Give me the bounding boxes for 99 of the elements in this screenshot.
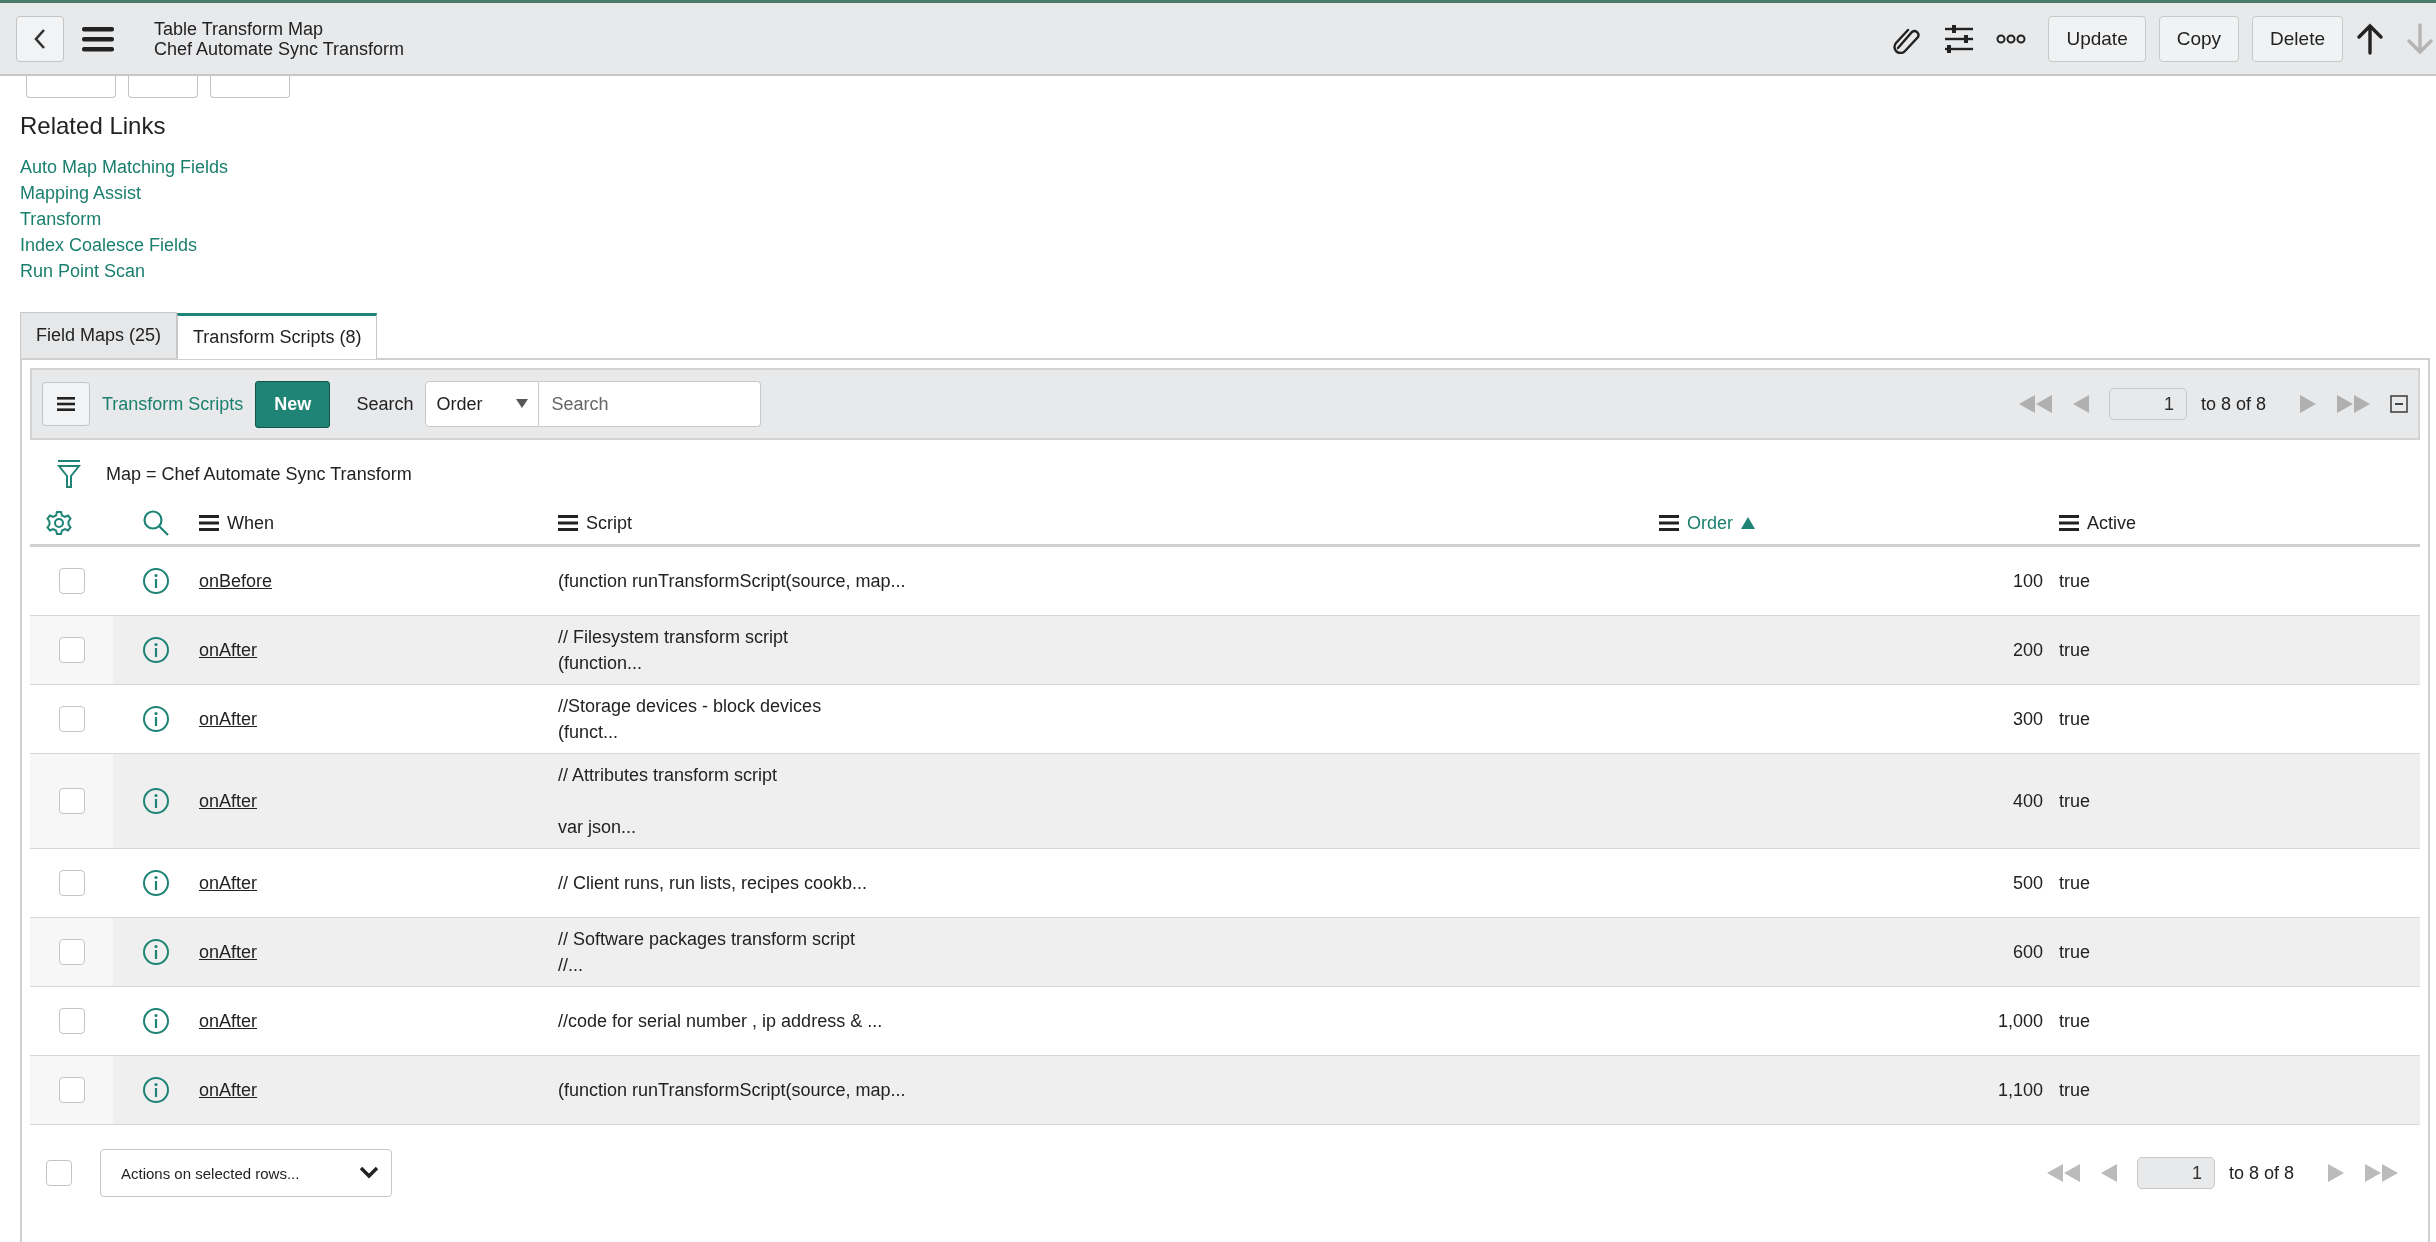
menu-icon[interactable] (82, 25, 114, 52)
table-cell: true (2059, 570, 2091, 592)
menu-icon (57, 397, 75, 411)
form-title: Table Transform Map (154, 18, 325, 39)
search-input[interactable]: Search (539, 381, 762, 427)
table-cell-text: // Attributes transform script var json... (558, 764, 778, 839)
table-cell: true (2059, 1010, 2091, 1032)
info-icon[interactable] (142, 636, 170, 664)
when-link[interactable]: onAfter (199, 1010, 258, 1032)
table-cell: 1,100 (1997, 1079, 2043, 1101)
record-name: Chef Automate Sync Transform (154, 38, 405, 59)
table-cell: 300 (2012, 708, 2043, 730)
page-range: to 8 of 8 (2228, 1162, 2294, 1184)
when-link[interactable]: onAfter (199, 708, 258, 730)
table-row[interactable]: onAfter // Software packages transform script //... 600 true (30, 918, 2420, 987)
settings-icon[interactable] (46, 510, 72, 536)
column-menu-icon[interactable] (1659, 515, 1679, 531)
dropdown-icon (516, 399, 529, 409)
related-link[interactable]: Transform (20, 206, 102, 232)
table-cell: true (2059, 639, 2091, 661)
search-field-select[interactable]: Order (425, 381, 540, 427)
table-cell: 200 (2012, 639, 2043, 661)
page-input[interactable]: 1 (2108, 388, 2187, 420)
info-icon[interactable] (142, 787, 170, 815)
table-cell-text: // Filesystem transform script (function... (558, 626, 789, 675)
table-cell-text: //Storage devices - block devices (funct... (558, 695, 822, 744)
when-link[interactable]: onAfter (199, 941, 258, 963)
related-link[interactable]: Mapping Assist (20, 180, 142, 206)
when-link[interactable]: onAfter (199, 790, 258, 812)
list-title[interactable]: Transform Scripts (102, 393, 244, 415)
table-cell-text: // Client runs, run lists, recipes cookb... (558, 872, 868, 895)
table-cell: true (2059, 1079, 2091, 1101)
table-cell: true (2059, 872, 2091, 894)
table-cell: 400 (2012, 790, 2043, 812)
info-icon[interactable] (142, 1007, 170, 1035)
header-button[interactable]: Update (2048, 15, 2146, 62)
row-checkbox[interactable] (58, 939, 85, 965)
when-link[interactable]: onAfter (199, 872, 258, 894)
info-icon[interactable] (142, 938, 170, 966)
info-icon[interactable] (142, 869, 170, 897)
row-checkbox[interactable] (58, 706, 85, 732)
column-header[interactable]: Script (586, 512, 632, 534)
column-menu-icon[interactable] (558, 515, 578, 531)
list-menu-button[interactable] (42, 382, 90, 426)
page-input[interactable]: 1 (2136, 1157, 2215, 1189)
column-header[interactable]: When (227, 512, 275, 534)
new-button[interactable]: New (255, 380, 331, 428)
info-icon[interactable] (142, 1076, 170, 1104)
info-icon[interactable] (142, 567, 170, 595)
sliders-icon[interactable] (1944, 23, 1975, 54)
when-link[interactable]: onBefore (199, 570, 273, 592)
related-link[interactable]: Run Point Scan (20, 258, 146, 284)
row-checkbox[interactable] (58, 1008, 85, 1034)
header-button[interactable]: Delete (2252, 15, 2343, 62)
search-label: Search (356, 393, 414, 415)
table-cell-text: (function runTransformScript(source, map... (558, 1079, 906, 1102)
more-icon[interactable] (1996, 32, 2027, 45)
table-cell: 100 (2012, 570, 2043, 592)
table-cell-text: //code for serial number , ip address & ... (558, 1010, 883, 1033)
section-heading: Related Links (20, 112, 166, 140)
column-menu-icon[interactable] (2059, 515, 2079, 531)
row-checkbox[interactable] (58, 1077, 85, 1103)
back-button[interactable] (16, 15, 64, 62)
table-cell: true (2059, 708, 2091, 730)
column-header[interactable]: Order (1687, 512, 1733, 534)
row-checkbox[interactable] (58, 870, 85, 896)
sort-icon[interactable] (1741, 517, 1755, 529)
search-icon[interactable] (142, 509, 170, 537)
tab[interactable]: Transform Scripts (8) (177, 313, 378, 359)
table-row[interactable]: onAfter // Attributes transform script var json... 400 true (30, 754, 2420, 849)
table-cell: true (2059, 790, 2091, 812)
up-arrow-icon[interactable] (2356, 22, 2384, 55)
collapse-icon[interactable] (2390, 395, 2408, 413)
select-all-checkbox[interactable] (46, 1160, 72, 1186)
row-checkbox[interactable] (58, 788, 85, 814)
info-icon[interactable] (142, 705, 170, 733)
table-cell: 600 (2012, 941, 2043, 963)
table-cell-text: // Software packages transform script //... (558, 928, 856, 977)
related-link[interactable]: Index Coalesce Fields (20, 232, 198, 258)
actions-dropdown[interactable]: Actions on selected rows... (100, 1149, 392, 1197)
table-row[interactable]: onAfter (function runTransformScript(source, map... 1,100 true (30, 1056, 2420, 1125)
chevron-icon (359, 1166, 379, 1180)
row-checkbox[interactable] (58, 637, 85, 663)
column-header[interactable]: Active (2087, 512, 2137, 534)
table-cell: true (2059, 941, 2091, 963)
filter-condition[interactable]: Map = Chef Automate Sync Transform (106, 463, 412, 485)
table-cell: 500 (2012, 872, 2043, 894)
table-cell-text: (function runTransformScript(source, map... (558, 570, 906, 593)
when-link[interactable]: onAfter (199, 1079, 258, 1101)
page-range: to 8 of 8 (2200, 393, 2266, 415)
tab[interactable]: Field Maps (25) (20, 312, 178, 358)
row-checkbox[interactable] (58, 568, 85, 594)
filter-icon[interactable] (56, 459, 82, 489)
header-button[interactable]: Copy (2158, 15, 2240, 62)
table-row[interactable]: onAfter // Filesystem transform script (function... 200 true (30, 616, 2420, 685)
related-link[interactable]: Auto Map Matching Fields (20, 154, 229, 180)
column-menu-icon[interactable] (199, 515, 219, 531)
table-cell: 1,000 (1997, 1010, 2043, 1032)
when-link[interactable]: onAfter (199, 639, 258, 661)
